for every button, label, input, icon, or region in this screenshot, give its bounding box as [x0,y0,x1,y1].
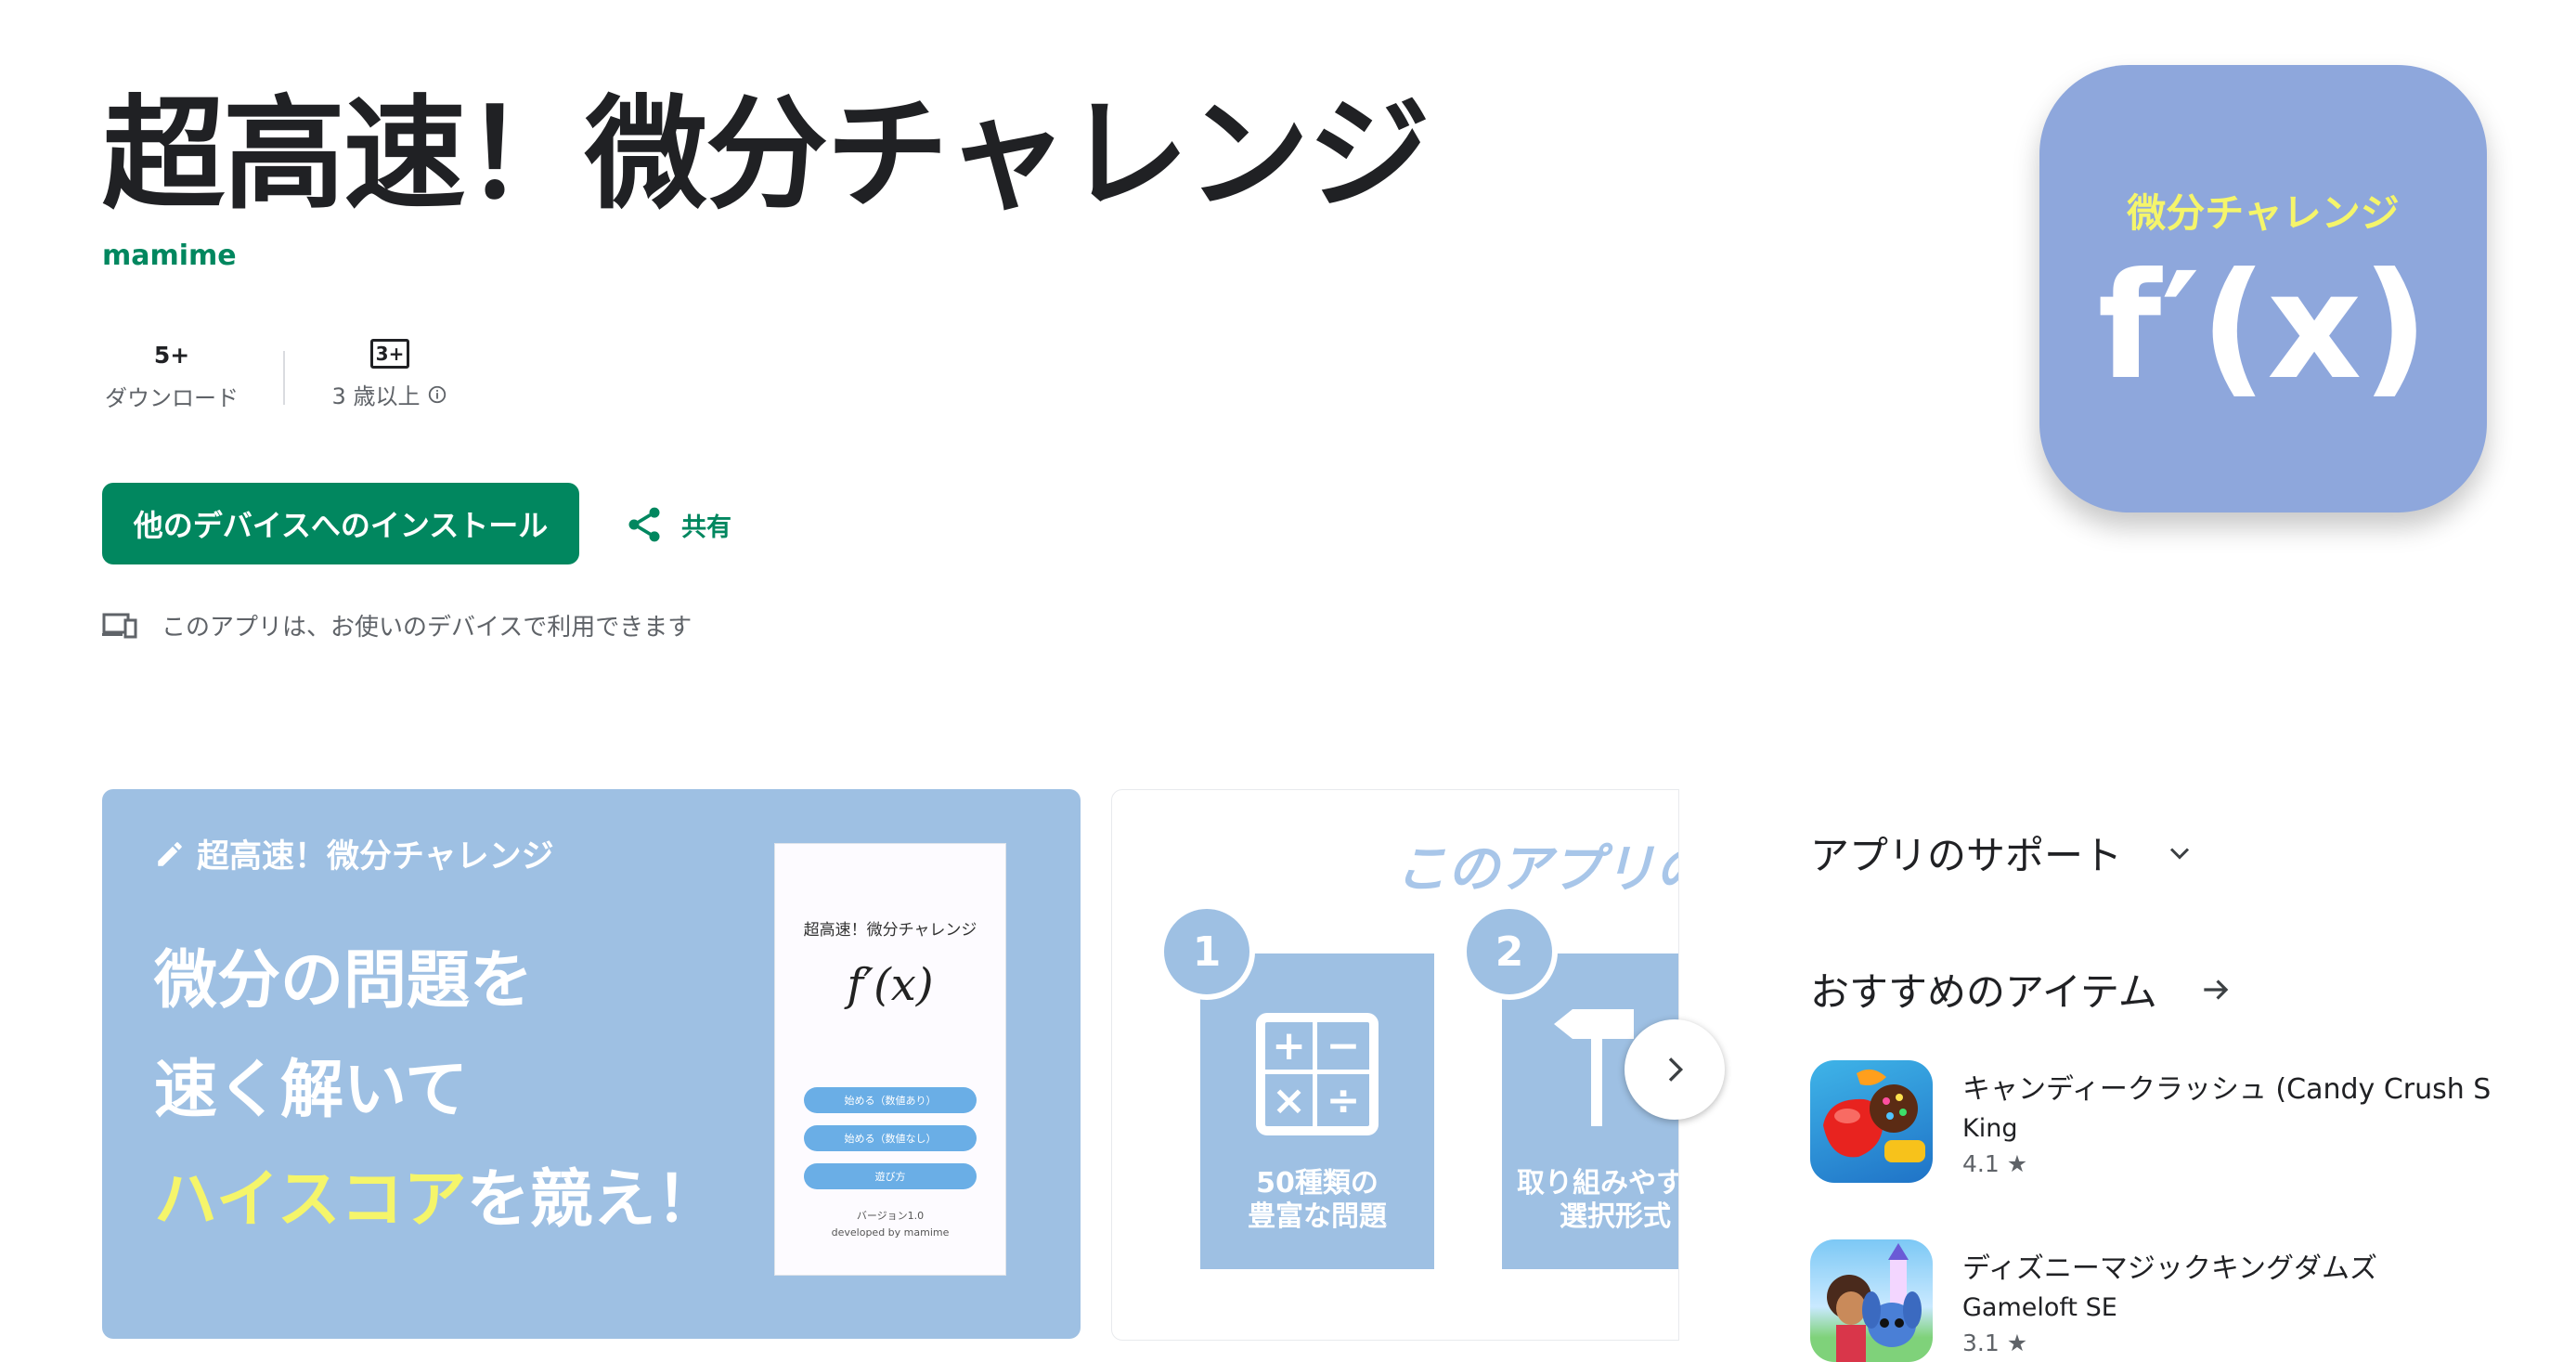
star-icon: ★ [2006,1330,2028,1356]
phone-developer: developed by mamime [831,1226,950,1239]
app-support-toggle[interactable]: アプリのサポート [1810,824,2196,881]
share-label: 共有 [681,512,731,542]
tagline-rest: を競え！ [466,1163,719,1237]
tagline-line-2: 速く解いて [154,1054,468,1127]
calculator-icon: + − × ÷ [1256,1013,1379,1135]
screenshot-1-header: 超高速！微分チャレンジ [154,830,554,877]
devices-icon [102,612,137,640]
phone-start-with-numbers-button: 始める（数値あり） [804,1087,977,1113]
feature-card-1-text: 50種類の 豊富な問題 [1200,1167,1434,1234]
app-developer: King [1962,1114,2018,1143]
star-icon: ★ [2006,1150,2028,1177]
app-support-label: アプリのサポート [1810,833,2123,878]
recommended-app-info: ディズニーマジックキングダムズ Gameloft SE 3.1 ★ [1962,1239,2377,1362]
pencil-icon [154,838,186,870]
availability-text: このアプリは、お使いのデバイスで利用できます [162,614,693,642]
phone-title: 超高速！微分チャレンジ [803,921,977,940]
app-rating-value: 3.1 [1962,1330,2000,1356]
install-button[interactable]: 他のデバイスへのインストール [102,483,579,564]
tagline-line-3: ハイスコアを競え！ [154,1148,719,1239]
feature-card-2-line-1: 取り組みやす [1517,1167,1679,1200]
feature-card-1: + − × ÷ 50種類の 豊富な問題 [1200,953,1434,1269]
downloads-label: ダウンロード [105,385,239,411]
app-title: 超高速！微分チャレンジ [102,84,1430,227]
feature-card-1-line-2: 豊富な問題 [1248,1200,1387,1233]
developer-link[interactable]: mamime [102,240,237,272]
feature-number-1: 1 [1159,903,1255,1000]
rating-badge: 3+ [369,339,410,369]
feature-card-2-line-2: 選択形式 [1560,1200,1671,1233]
feature-card-1-line-1: 50種類の [1256,1167,1379,1200]
screenshot-2-title: このアプリの [1395,839,1679,900]
screenshot-1[interactable]: 超高速！微分チャレンジ 微分の問題を 速く解いて ハイスコアを競え！ 超高速！微… [102,789,1081,1339]
phone-version: バージョン1.0 [856,1210,925,1222]
chevron-down-icon [2163,837,2196,870]
recommended-app[interactable]: ディズニーマジックキングダムズ Gameloft SE 3.1 ★ [1810,1239,2377,1362]
phone-howto-button: 遊び方 [804,1163,977,1189]
chevron-right-icon [1656,1051,1693,1088]
availability-notice: このアプリは、お使いのデバイスで利用できます [102,608,692,642]
phone-mockup: 超高速！微分チャレンジ f′(x) 始める（数値あり） 始める（数値なし） 遊び… [774,843,1006,1276]
app-rating: 3.1 ★ [1962,1330,2377,1356]
app-name: キャンディークラッシュ (Candy Crush S [1962,1073,2492,1106]
icon-subtitle: 微分チャレンジ [2127,190,2400,236]
share-icon [624,504,665,545]
candy-crush-app-icon [1810,1060,1933,1183]
content-rating-stat: 3+ 3 歳以上 [306,339,473,410]
recommended-app[interactable]: キャンディークラッシュ (Candy Crush S King 4.1 ★ [1810,1060,2491,1183]
app-name: ディズニーマジックキングダムズ [1962,1252,2377,1285]
app-icon: 微分チャレンジ f′(x) [2039,65,2487,512]
carousel-next-button[interactable] [1625,1019,1725,1120]
recommended-header[interactable]: おすすめのアイテム [1810,961,2233,1018]
rating-label: 3 歳以上 [331,383,421,409]
app-rating: 4.1 ★ [1962,1150,2491,1177]
arrow-right-icon [2198,972,2233,1007]
downloads-value: 5+ [153,342,190,369]
screenshot-1-header-text: 超高速！微分チャレンジ [197,838,554,876]
screenshot-2[interactable]: このアプリの + − × ÷ 50種類の 豊富な問題 取り組みやす 選択形式 1… [1111,789,1679,1341]
app-rating-value: 4.1 [1962,1150,2000,1177]
phone-start-without-numbers-button: 始める（数値なし） [804,1125,977,1151]
info-icon[interactable] [427,384,447,405]
downloads-stat: 5+ ダウンロード [102,342,241,412]
share-button[interactable]: 共有 [624,501,731,548]
recommended-app-info: キャンディークラッシュ (Candy Crush S King 4.1 ★ [1962,1060,2491,1183]
icon-formula: f′(x) [2097,241,2429,412]
phone-formula: f′(x) [847,959,934,1011]
feature-card-2-text: 取り組みやす 選択形式 [1502,1167,1679,1234]
tagline-line-1: 微分の問題を [154,944,534,1018]
feature-number-2: 2 [1461,903,1558,1000]
recommended-label: おすすめのアイテム [1810,969,2157,1015]
app-developer: Gameloft SE [1962,1293,2117,1322]
disney-magic-kingdoms-app-icon [1810,1239,1933,1362]
tagline-highlight: ハイスコア [154,1163,467,1237]
stat-divider [283,351,285,405]
